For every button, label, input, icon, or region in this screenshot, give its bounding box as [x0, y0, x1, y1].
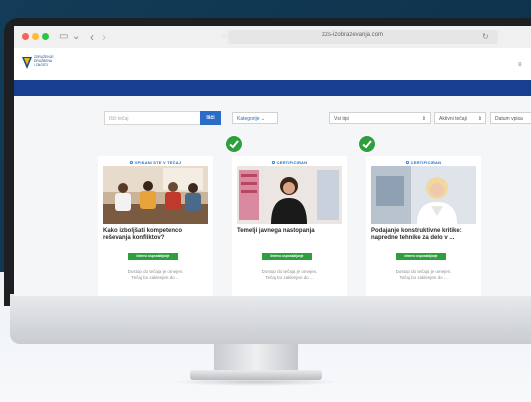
sidebar-icon[interactable]: ▭	[59, 30, 68, 44]
date-select-label: Datum vpisa	[495, 116, 523, 122]
date-select[interactable]: Datum vpisa	[490, 112, 531, 124]
course-type-badge: Interno usposabljanje	[128, 253, 178, 260]
access-note-line: Tečaj bo zaklenjen do ...	[265, 275, 314, 280]
menu-icon[interactable]: ≡	[518, 62, 522, 68]
course-type-badge: Interno usposabljanje	[396, 253, 446, 260]
access-note-line: Tečaj bo zaklenjen do ...	[131, 275, 180, 280]
logo-line: I ZNOSTI	[34, 63, 48, 67]
screen: ▭ ⌄ ‹ › ◌ zzs-izobrazevanja.com ↻ ZDRUŽE…	[14, 26, 531, 296]
monitor-stand-base	[190, 370, 322, 380]
chevron-updown-icon: ⇕	[477, 116, 482, 122]
course-image	[103, 166, 208, 224]
course-title[interactable]: Temelji javnega nastopanja	[237, 228, 342, 235]
search-button[interactable]: Išči	[200, 111, 221, 125]
course-title[interactable]: Kako izboljšati kompetenco reševanja kon…	[103, 228, 208, 242]
course-image	[371, 166, 476, 224]
monitor-chin	[10, 294, 531, 344]
site-header	[14, 48, 531, 80]
active-select[interactable]: Aktivni tečaji ⇕	[434, 112, 486, 124]
browser-toolbar: ▭ ⌄ ‹ › ◌ zzs-izobrazevanja.com ↻	[14, 26, 531, 49]
logo-icon[interactable]	[22, 57, 32, 69]
card-status-tag: ✪ CERTIFICIRAN	[405, 160, 442, 165]
course-image	[237, 166, 342, 224]
chevron-updown-icon: ⇕	[421, 116, 426, 122]
logo-text: ZDRUŽENJE DRUŽBENA I ZNOSTI	[34, 55, 64, 67]
course-title[interactable]: Podajanje konstruktivne kritike: napredn…	[371, 228, 476, 242]
course-access-note: Dostop do tečaja je omejen. Tečaj bo zak…	[103, 269, 208, 281]
course-access-note: Dostop do tečaja je omejen. Tečaj bo zak…	[371, 269, 476, 281]
checkmark-icon	[358, 135, 376, 153]
shield-icon: ◌	[222, 32, 227, 41]
maximize-window-button[interactable]	[42, 33, 49, 40]
address-url: zzs-izobrazevanja.com	[322, 32, 384, 38]
category-select-label: Kategorije	[237, 116, 260, 122]
access-note-line: Tečaj bo zaklenjen do ...	[399, 275, 448, 280]
reload-icon[interactable]: ↻	[482, 30, 489, 44]
chevron-left-icon[interactable]: ‹	[90, 30, 94, 44]
checkmark-icon	[225, 135, 243, 153]
tab-overview-icon[interactable]: ⌄	[72, 30, 80, 44]
course-card[interactable]: ✪ CERTIFICIRAN Podajanje konstruktivne k…	[366, 156, 481, 296]
chevron-right-icon[interactable]: ›	[102, 30, 106, 44]
card-status-tag: ✪ CERTIFICIRAN	[271, 160, 308, 165]
search-input[interactable]: Išči tečaj	[104, 111, 209, 125]
minimize-window-button[interactable]	[32, 33, 39, 40]
active-select-label: Aktivni tečaji	[439, 116, 467, 122]
category-select[interactable]: Kategorije ⌄	[232, 112, 278, 124]
course-type-badge: Interno usposabljanje	[262, 253, 312, 260]
nav-bar	[14, 80, 531, 96]
card-status-tag: ✪ VPISANI STE V TEČAJ	[129, 160, 182, 165]
course-card[interactable]: ✪ VPISANI STE V TEČAJ Kako izboljšati ko…	[98, 156, 213, 296]
close-window-button[interactable]	[22, 33, 29, 40]
course-access-note: Dostop do tečaja je omejen. Tečaj bo zak…	[237, 269, 342, 281]
type-select-label: Vsi tipi	[334, 116, 349, 122]
type-select[interactable]: Vsi tipi ⇕	[329, 112, 431, 124]
course-card[interactable]: ✪ CERTIFICIRAN Temelji javnega nastopanj…	[232, 156, 347, 296]
